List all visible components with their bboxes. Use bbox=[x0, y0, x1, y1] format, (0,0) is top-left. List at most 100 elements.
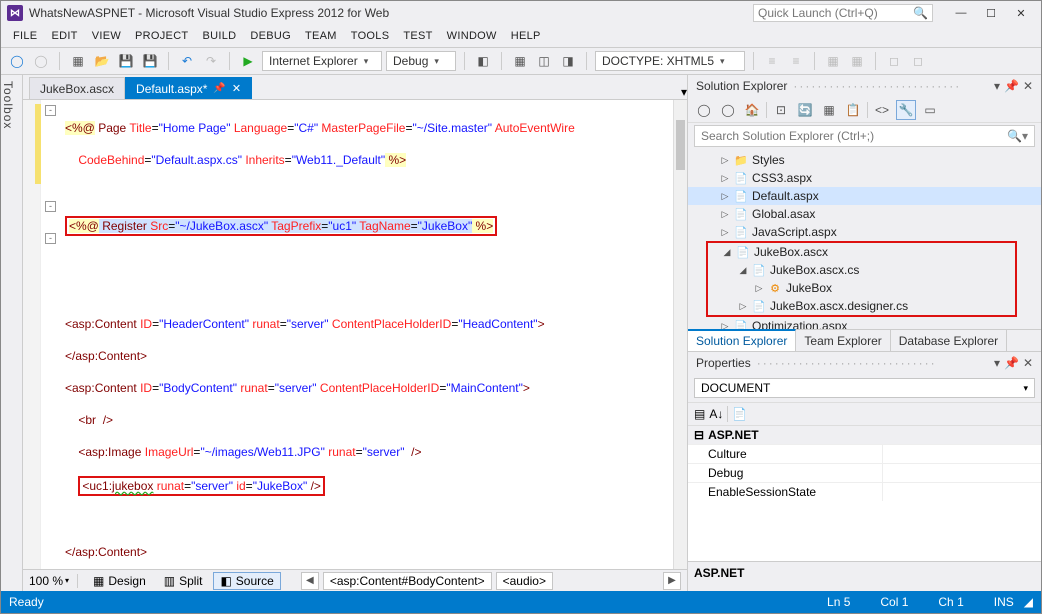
menu-window[interactable]: WINDOW bbox=[447, 30, 497, 42]
design-view-button[interactable]: ▦ Design bbox=[86, 572, 153, 590]
nav-back-button[interactable]: ◯ bbox=[7, 51, 27, 71]
close-pane-icon[interactable]: ✕ bbox=[1023, 356, 1033, 370]
close-pane-icon[interactable]: ✕ bbox=[1023, 79, 1033, 93]
menu-help[interactable]: HELP bbox=[511, 30, 541, 42]
tb-icon-3[interactable]: ◫ bbox=[534, 51, 554, 71]
solution-explorer-title: Solution Explorer·······················… bbox=[688, 75, 1041, 97]
zoom-combo[interactable]: 100 % ▾ bbox=[29, 574, 69, 588]
tab-team-explorer[interactable]: Team Explorer bbox=[796, 330, 890, 351]
menu-build[interactable]: BUILD bbox=[202, 30, 236, 42]
solution-search-input[interactable]: Search Solution Explorer (Ctrl+;)🔍▾ bbox=[694, 125, 1035, 147]
fold-icon[interactable]: - bbox=[45, 233, 56, 244]
categorized-icon[interactable]: ▤ bbox=[694, 407, 705, 421]
collapse-icon[interactable]: ⊟ bbox=[694, 428, 704, 442]
status-ready: Ready bbox=[9, 595, 44, 609]
tb-icon-4[interactable]: ◨ bbox=[558, 51, 578, 71]
properties-description: ASP.NET bbox=[688, 561, 1041, 591]
doctype-combo[interactable]: DOCTYPE: XHTML5▾ bbox=[595, 51, 745, 71]
tb-icon-2[interactable]: ▦ bbox=[510, 51, 530, 71]
fold-icon[interactable]: - bbox=[45, 201, 56, 212]
search-icon: 🔍 bbox=[913, 6, 928, 20]
pin-icon[interactable]: 📌 bbox=[1004, 356, 1019, 370]
undo-button[interactable]: ↶ bbox=[177, 51, 197, 71]
properties-object-combo[interactable]: DOCUMENT▾ bbox=[694, 378, 1035, 398]
tb-comment[interactable]: ▦ bbox=[823, 51, 843, 71]
redo-button[interactable]: ↷ bbox=[201, 51, 221, 71]
menu-bar: FILE EDIT VIEW PROJECT BUILD DEBUG TEAM … bbox=[1, 25, 1041, 47]
tab-default-aspx[interactable]: Default.aspx*📌✕ bbox=[125, 77, 252, 99]
quick-launch-placeholder: Quick Launch (Ctrl+Q) bbox=[758, 6, 878, 20]
show-all-icon[interactable]: ▦ bbox=[819, 100, 839, 120]
menu-team[interactable]: TEAM bbox=[305, 30, 337, 42]
maximize-button[interactable]: ☐ bbox=[977, 4, 1005, 22]
vs-logo-icon: ⋈ bbox=[7, 5, 23, 21]
collapse-icon[interactable]: ⊡ bbox=[771, 100, 791, 120]
menu-file[interactable]: FILE bbox=[13, 30, 37, 42]
tb-icon-1[interactable]: ◧ bbox=[473, 51, 493, 71]
start-button[interactable]: ▶ bbox=[238, 51, 258, 71]
save-all-button[interactable]: 💾 bbox=[140, 51, 160, 71]
tb-indent-l[interactable]: ≡ bbox=[762, 51, 782, 71]
main-toolbar: ◯ ◯ ▦ 📂 💾 💾 ↶ ↷ ▶ Internet Explorer▾ Deb… bbox=[1, 47, 1041, 75]
resize-grip-icon[interactable]: ◢ bbox=[1024, 595, 1033, 609]
path-next-button[interactable]: ▶ bbox=[663, 572, 681, 590]
alpha-icon[interactable]: A↓ bbox=[709, 407, 723, 421]
tb-uncomment[interactable]: ▦ bbox=[847, 51, 867, 71]
properties-icon[interactable]: 🔧 bbox=[896, 100, 916, 120]
status-ch: Ch 1 bbox=[938, 595, 963, 609]
solution-tree[interactable]: ▷📁Styles ▷📄CSS3.aspx ▷📄Default.aspx ▷📄Gl… bbox=[688, 149, 1041, 329]
window-title: WhatsNewASPNET - Microsoft Visual Studio… bbox=[29, 6, 389, 20]
refresh-icon[interactable]: 🔄 bbox=[795, 100, 815, 120]
properties-title: Properties······························… bbox=[688, 352, 1041, 374]
tab-database-explorer[interactable]: Database Explorer bbox=[891, 330, 1007, 351]
prop-pages-icon[interactable]: 📄 bbox=[732, 407, 747, 421]
source-view-button[interactable]: ◧ Source bbox=[213, 572, 280, 590]
new-project-button[interactable]: ▦ bbox=[68, 51, 88, 71]
nav-fwd-button[interactable]: ◯ bbox=[31, 51, 51, 71]
tab-jukebox-ascx[interactable]: JukeBox.ascx bbox=[29, 77, 125, 99]
menu-tools[interactable]: TOOLS bbox=[351, 30, 390, 42]
save-button[interactable]: 💾 bbox=[116, 51, 136, 71]
document-tabstrip: JukeBox.ascx Default.aspx*📌✕ ▾ bbox=[23, 75, 687, 99]
split-view-button[interactable]: ▥ Split bbox=[157, 572, 210, 590]
preview-icon[interactable]: ▭ bbox=[920, 100, 940, 120]
menu-test[interactable]: TEST bbox=[403, 30, 432, 42]
house-icon[interactable]: 🏠 bbox=[742, 100, 762, 120]
vertical-scrollbar[interactable] bbox=[673, 100, 687, 569]
copy-icon[interactable]: 📋 bbox=[843, 100, 863, 120]
status-col: Col 1 bbox=[880, 595, 908, 609]
pin-icon[interactable]: 📌 bbox=[1004, 79, 1019, 93]
breadcrumb-content[interactable]: <asp:Content#BodyContent> bbox=[323, 572, 492, 590]
code-icon[interactable]: <> bbox=[872, 100, 892, 120]
tb-indent-r[interactable]: ≡ bbox=[786, 51, 806, 71]
code-editor[interactable]: - - - <%@ Page Title="Home Page" Languag… bbox=[23, 99, 687, 569]
menu-project[interactable]: PROJECT bbox=[135, 30, 188, 42]
config-combo[interactable]: Debug▾ bbox=[386, 51, 456, 71]
back-icon[interactable]: ◯ bbox=[718, 100, 738, 120]
pane-menu-icon[interactable]: ▾ bbox=[994, 79, 1000, 93]
pane-menu-icon[interactable]: ▾ bbox=[994, 356, 1000, 370]
breadcrumb-audio[interactable]: <audio> bbox=[496, 572, 553, 590]
tree-item-default-aspx: ▷📄Default.aspx bbox=[688, 187, 1041, 205]
tab-solution-explorer[interactable]: Solution Explorer bbox=[688, 329, 796, 351]
menu-debug[interactable]: DEBUG bbox=[250, 30, 291, 42]
menu-view[interactable]: VIEW bbox=[92, 30, 121, 42]
close-button[interactable]: ✕ bbox=[1007, 4, 1035, 22]
search-icon: 🔍▾ bbox=[1007, 129, 1028, 143]
properties-grid[interactable]: ⊟ASP.NET Culture Debug EnableSessionStat… bbox=[688, 426, 1041, 561]
tb-end-2[interactable]: ◻ bbox=[908, 51, 928, 71]
tb-end-1[interactable]: ◻ bbox=[884, 51, 904, 71]
editor-footer: 100 % ▾ ▦ Design ▥ Split ◧ Source ◀ <asp… bbox=[23, 569, 687, 591]
menu-edit[interactable]: EDIT bbox=[51, 30, 77, 42]
explorer-tabstrip: Solution Explorer Team Explorer Database… bbox=[688, 329, 1041, 351]
pin-icon[interactable]: 📌 bbox=[213, 83, 225, 94]
path-prev-button[interactable]: ◀ bbox=[301, 572, 319, 590]
quick-launch-input[interactable]: Quick Launch (Ctrl+Q) 🔍 bbox=[753, 4, 933, 22]
minimize-button[interactable]: — bbox=[947, 4, 975, 22]
open-file-button[interactable]: 📂 bbox=[92, 51, 112, 71]
toolbox-tab[interactable]: Toolbox bbox=[1, 75, 23, 591]
home-icon[interactable]: ◯ bbox=[694, 100, 714, 120]
fold-icon[interactable]: - bbox=[45, 105, 56, 116]
browser-combo[interactable]: Internet Explorer▾ bbox=[262, 51, 382, 71]
close-tab-icon[interactable]: ✕ bbox=[232, 82, 241, 95]
